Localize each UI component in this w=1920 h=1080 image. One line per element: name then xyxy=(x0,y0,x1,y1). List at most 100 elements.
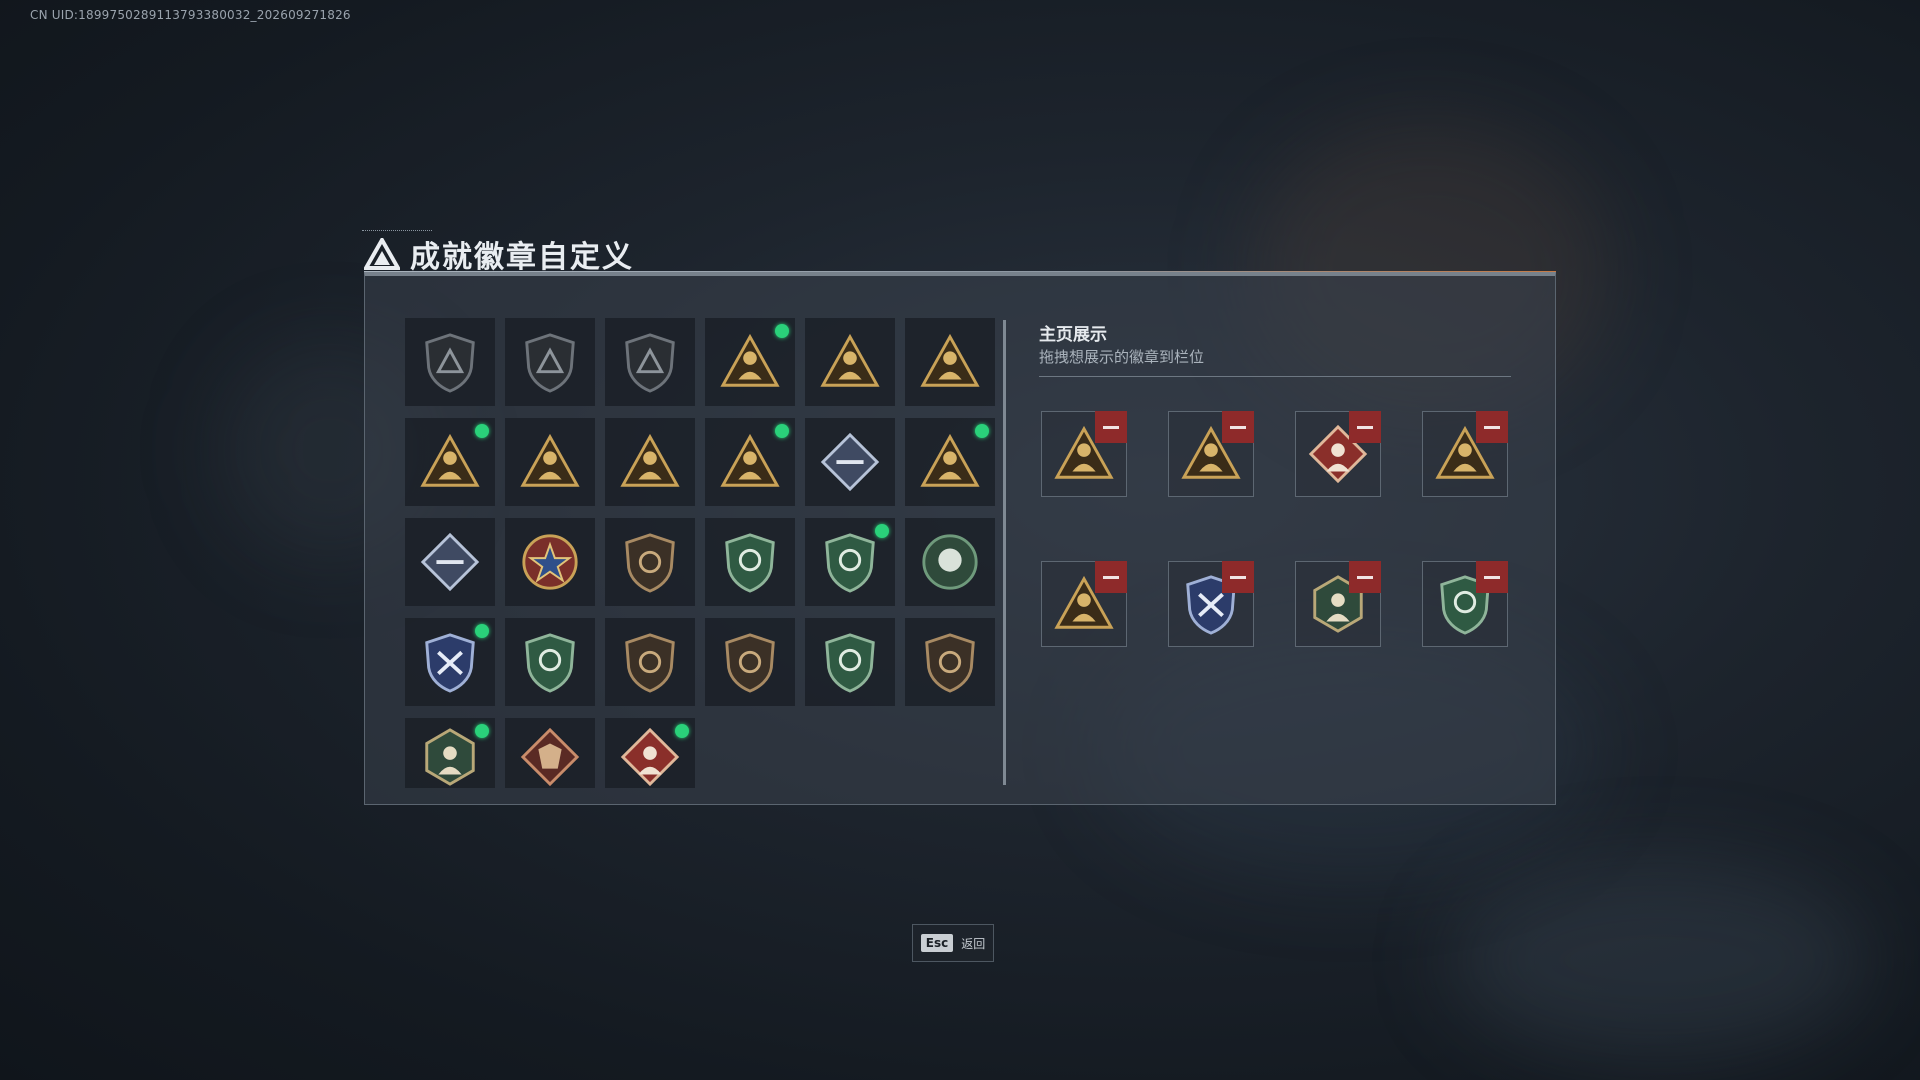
badge-cell[interactable] xyxy=(805,618,895,706)
gold-turret-triangle-badge-icon xyxy=(720,333,780,387)
badge-cell[interactable] xyxy=(505,618,595,706)
badge-cell[interactable] xyxy=(705,418,795,506)
remove-badge-button[interactable] xyxy=(1095,411,1127,443)
green-hex-operator-badge-icon xyxy=(425,728,475,786)
badge-cell[interactable] xyxy=(705,318,795,406)
gold-hand-triangle-badge-icon xyxy=(820,333,880,387)
badge-cell[interactable] xyxy=(705,618,795,706)
bronze-rifle-shield-badge-icon xyxy=(625,633,675,693)
badge-cell[interactable] xyxy=(605,418,695,506)
gold-gold-bars-triangle-badge-icon xyxy=(920,333,980,387)
green-shield-emblem-badge-icon xyxy=(725,533,775,593)
badge-cell[interactable] xyxy=(505,718,595,788)
badge-cell[interactable] xyxy=(805,318,895,406)
showcase-slot[interactable] xyxy=(1295,411,1381,497)
new-indicator-dot xyxy=(875,524,889,538)
green-shield-gem-badge-icon xyxy=(825,533,875,593)
badge-cell[interactable] xyxy=(905,518,995,606)
showcase-slot[interactable] xyxy=(1041,561,1127,647)
badge-cell[interactable] xyxy=(405,518,495,606)
badge-cell[interactable] xyxy=(605,518,695,606)
remove-badge-button[interactable] xyxy=(1349,411,1381,443)
showcase-slot[interactable] xyxy=(1295,561,1381,647)
showcase-title: 主页展示 xyxy=(1039,325,1107,345)
badge-cell[interactable] xyxy=(805,518,895,606)
panel-scrollbar[interactable] xyxy=(1003,320,1006,785)
badge-cell[interactable] xyxy=(405,418,495,506)
gold-number-two-triangle-badge-icon xyxy=(620,433,680,487)
green-crossed-rifles-shield-badge-icon xyxy=(525,633,575,693)
bronze-shield-badge-icon xyxy=(625,533,675,593)
gold-firefighter-triangle-badge-icon xyxy=(920,433,980,487)
remove-badge-button[interactable] xyxy=(1476,561,1508,593)
minus-icon xyxy=(1103,575,1119,579)
silver-rifle-diamond-badge-icon xyxy=(420,532,480,592)
minus-icon xyxy=(1103,425,1119,429)
uid-text: CN UID:1899750289113793380032_2026092718… xyxy=(30,8,351,22)
showcase-slot[interactable] xyxy=(1422,561,1508,647)
showcase-slot[interactable] xyxy=(1422,411,1508,497)
showcase-slots xyxy=(1041,411,1508,647)
page-title: 成就徽章自定义 xyxy=(410,240,634,275)
badge-cell[interactable] xyxy=(705,518,795,606)
new-indicator-dot xyxy=(475,624,489,638)
showcase-slot[interactable] xyxy=(1168,411,1254,497)
badge-cell[interactable] xyxy=(405,618,495,706)
red-operator-diamond-badge-icon xyxy=(620,727,680,787)
helicopter-shield-badge-icon xyxy=(525,333,575,393)
minus-icon xyxy=(1230,575,1246,579)
new-indicator-dot xyxy=(775,324,789,338)
badge-cell[interactable] xyxy=(505,418,595,506)
badge-cell[interactable] xyxy=(905,318,995,406)
green-flower-badge-icon xyxy=(922,534,978,590)
badge-cell[interactable] xyxy=(505,318,595,406)
badge-cell[interactable] xyxy=(805,418,895,506)
silver-rose-diamond-badge-icon xyxy=(820,432,880,492)
new-indicator-dot xyxy=(675,724,689,738)
minus-icon xyxy=(1357,575,1373,579)
badge-collection-grid xyxy=(405,318,995,806)
new-indicator-dot xyxy=(775,424,789,438)
remove-badge-button[interactable] xyxy=(1349,561,1381,593)
gold-creature-triangle-badge-icon xyxy=(520,433,580,487)
badge-cell[interactable] xyxy=(905,618,995,706)
gold-helmet-triangle-badge-icon xyxy=(420,433,480,487)
page-header: 成就徽章自定义 xyxy=(364,232,634,276)
showcase-subtitle: 拖拽想展示的徽章到栏位 xyxy=(1039,348,1205,366)
delta-shield-badge-icon xyxy=(425,333,475,393)
back-button[interactable]: Esc 返回 xyxy=(912,924,994,962)
bronze-rifle-shield-2-badge-icon xyxy=(725,633,775,693)
red-dragon-badge-icon xyxy=(520,727,580,787)
badge-cell[interactable] xyxy=(405,318,495,406)
badge-cell[interactable] xyxy=(505,518,595,606)
badge-cell[interactable] xyxy=(605,718,695,788)
green-rifles-shield-badge-icon xyxy=(825,633,875,693)
back-label: 返回 xyxy=(961,936,986,951)
arrow-shield-badge-icon xyxy=(625,333,675,393)
gold-soldier-triangle-badge-icon xyxy=(720,433,780,487)
badge-cell[interactable] xyxy=(405,718,495,788)
showcase-slot[interactable] xyxy=(1041,411,1127,497)
new-indicator-dot xyxy=(975,424,989,438)
minus-icon xyxy=(1484,425,1500,429)
badge-cell[interactable] xyxy=(605,318,695,406)
star-medal-badge-icon xyxy=(522,534,578,590)
showcase-slot[interactable] xyxy=(1168,561,1254,647)
minus-icon xyxy=(1230,425,1246,429)
bronze-spear-badge-icon xyxy=(925,633,975,693)
esc-key-hint: Esc xyxy=(920,934,954,952)
remove-badge-button[interactable] xyxy=(1476,411,1508,443)
new-indicator-dot xyxy=(475,424,489,438)
badge-customize-panel: 主页展示 拖拽想展示的徽章到栏位 xyxy=(364,271,1556,806)
badge-cell[interactable] xyxy=(605,618,695,706)
showcase-divider xyxy=(1039,376,1511,377)
remove-badge-button[interactable] xyxy=(1222,411,1254,443)
minus-icon xyxy=(1357,425,1373,429)
remove-badge-button[interactable] xyxy=(1222,561,1254,593)
badge-cell[interactable] xyxy=(905,418,995,506)
blue-crossed-rifles-shield-badge-icon xyxy=(425,633,475,693)
remove-badge-button[interactable] xyxy=(1095,561,1127,593)
minus-icon xyxy=(1484,575,1500,579)
new-indicator-dot xyxy=(475,724,489,738)
delta-logo-icon xyxy=(364,238,400,270)
